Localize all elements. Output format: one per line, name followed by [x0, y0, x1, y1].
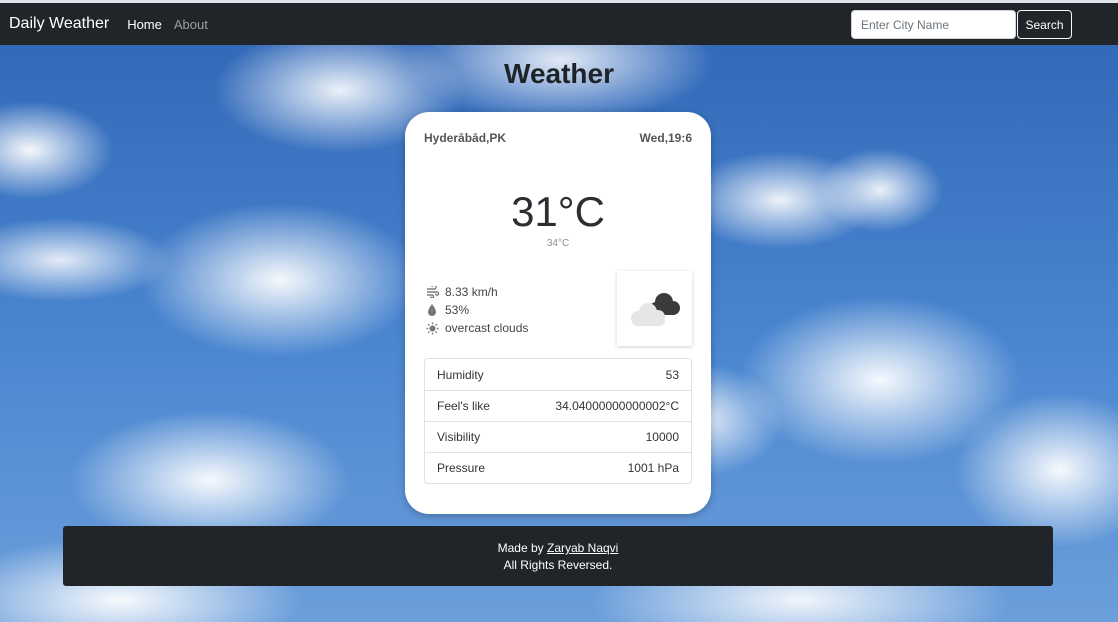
row-label: Visibility — [437, 430, 481, 444]
search-button[interactable]: Search — [1017, 10, 1072, 39]
row-label: Pressure — [437, 461, 486, 475]
navbar: Daily Weather Home About Search — [0, 3, 1118, 45]
footer-rights-text: All Rights Reversed. — [503, 558, 613, 572]
condition-text: overcast clouds — [445, 321, 529, 335]
footer-author-link[interactable]: Zaryab Naqvi — [547, 541, 618, 555]
temperature-secondary: 34°C — [546, 238, 570, 249]
overcast-clouds-icon — [630, 292, 680, 326]
weather-card: Hyderābād,PK Wed,19:6 31°C 34°C 8.33 km/… — [405, 112, 711, 514]
sun-icon — [425, 321, 439, 335]
city-search-input[interactable] — [851, 10, 1016, 39]
search-form: Search — [851, 10, 1072, 39]
weather-details-table: Humidity 53 Feel's like 34.0400000000000… — [424, 358, 692, 484]
humidity-drop-icon — [425, 303, 439, 317]
page-title: Weather — [504, 58, 614, 89]
humidity-stat: 53% — [425, 301, 528, 319]
wind-speed-text: 8.33 km/h — [445, 285, 498, 299]
row-label: Humidity — [437, 367, 484, 382]
humidity-percent-text: 53% — [445, 303, 470, 317]
wind-icon — [425, 285, 439, 299]
footer-made-by-text: Made by — [497, 541, 547, 555]
nav-link-home[interactable]: Home — [127, 17, 162, 32]
footer: Made by Zaryab Naqvi All Rights Reversed… — [63, 526, 1053, 586]
weather-icon-box — [617, 271, 692, 346]
temperature-value: 31°C — [511, 188, 605, 235]
table-row: Feel's like 34.04000000000002°C — [425, 390, 691, 421]
condition-stat: overcast clouds — [425, 319, 528, 337]
nav-link-about[interactable]: About — [174, 17, 208, 32]
table-row: Visibility 10000 — [425, 421, 691, 452]
row-value: 10000 — [645, 430, 679, 444]
footer-credit: Made by Zaryab Naqvi — [63, 541, 1053, 555]
wind-stat: 8.33 km/h — [425, 283, 528, 301]
row-label: Feel's like — [437, 399, 490, 413]
table-row: Pressure 1001 hPa — [425, 452, 691, 483]
table-row: Humidity 53 — [425, 359, 691, 390]
row-value: 53 — [665, 367, 679, 382]
brand-logo-text[interactable]: Daily Weather — [9, 15, 109, 33]
weather-stats: 8.33 km/h 53% overcast clouds — [425, 283, 528, 337]
row-value: 34.04000000000002°C — [555, 399, 679, 413]
row-value: 1001 hPa — [627, 461, 679, 475]
datetime-label: Wed,19:6 — [639, 131, 692, 145]
location-label: Hyderābād,PK — [424, 131, 507, 145]
